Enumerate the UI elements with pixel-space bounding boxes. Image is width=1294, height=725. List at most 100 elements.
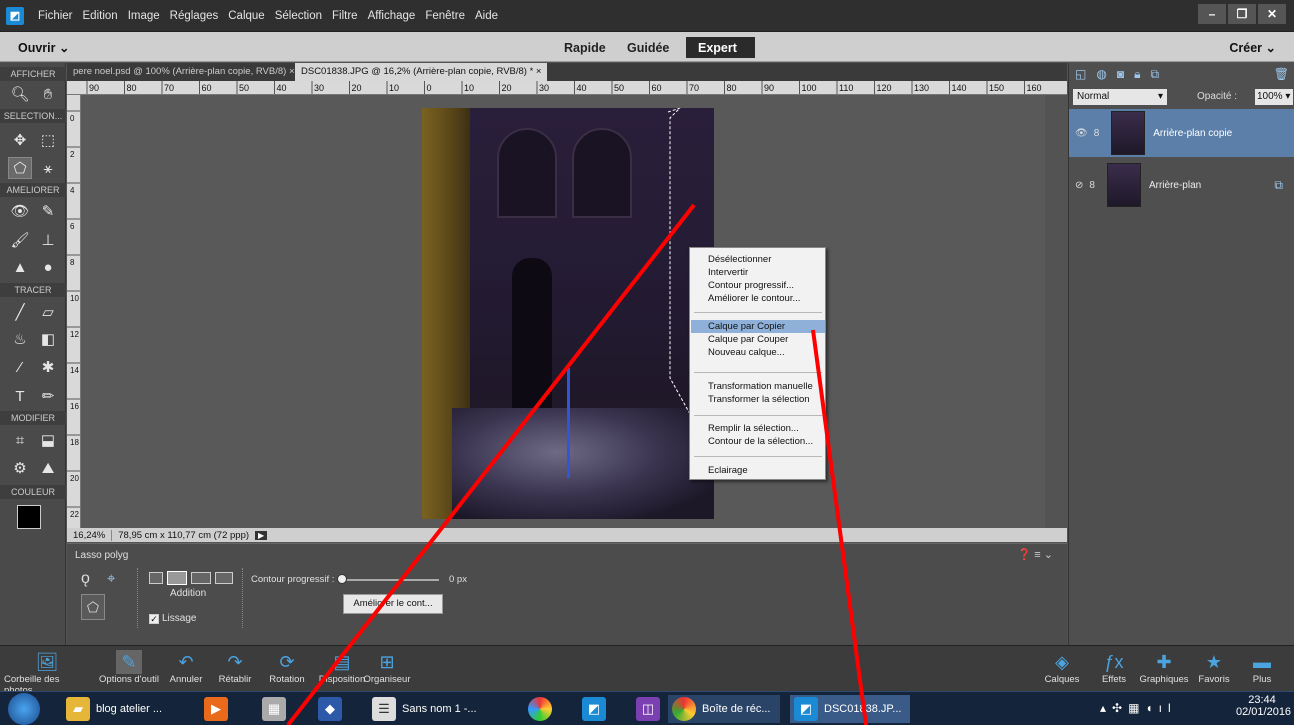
menu-item-layer-via-copy[interactable]: Calque par Copier [691,320,825,333]
hand-icon[interactable]: ✋︎ [36,83,60,105]
zoom-level[interactable]: 16,24% [67,529,113,541]
clock[interactable]: 23:44 02/01/2016 [1236,694,1291,718]
menu-item-fill-selection[interactable]: Remplir la sélection... [691,422,825,435]
more-button[interactable]: ▬ Plus [1242,650,1282,686]
tool-options-button[interactable]: ✎ Options d'outil [92,650,166,685]
trash-icon[interactable]: 🗑︎ [1274,67,1289,83]
photo-bin-button[interactable]: 🖼︎Corbeille des photos [4,650,90,697]
zoom-icon[interactable]: 🔍︎ [8,83,32,105]
clone-stamp-icon[interactable]: ⊥ [36,229,60,251]
mode-guidee[interactable]: Guidée [615,37,681,58]
mode-rapide[interactable]: Rapide [552,37,618,58]
tray-icons[interactable]: ▴✣▦◖ıl [1100,701,1177,715]
taskbar-item-book[interactable]: ◆ [318,695,348,723]
intersect-selection-mode-icon[interactable] [215,572,233,584]
blur-icon[interactable]: ▲ [8,256,32,278]
start-button[interactable] [8,693,40,725]
blend-mode-select[interactable]: Normal ▾ [1073,89,1167,105]
menu-item-layer-via-cut[interactable]: Calque par Couper [691,333,825,346]
effects-button[interactable]: ƒx Effets [1094,650,1134,686]
menu-affichage[interactable]: Affichage [368,10,416,22]
favorites-button[interactable]: ★ Favoris [1194,650,1234,686]
layers-panel-button[interactable]: ◈ Calques [1040,650,1084,686]
smart-brush-icon[interactable]: 🖌︎ [8,229,32,251]
feather-slider[interactable] [339,579,439,581]
taskbar-item-dsc[interactable]: ◩ DSC01838.JP... [790,695,910,723]
subtract-selection-mode-icon[interactable] [191,572,211,584]
status-menu-arrow-icon[interactable]: ▶ [255,530,268,540]
menu-item-feather[interactable]: Contour progressif... [691,279,825,292]
spot-healing-icon[interactable]: ✎ [36,200,60,222]
undo-button[interactable]: ↶ Annuler [166,650,206,686]
menu-calque[interactable]: Calque [228,10,264,22]
menu-fichier[interactable]: Fichier [38,10,73,22]
options-help-icon[interactable]: ❓ ≡ ⌄ [1018,548,1053,561]
menu-item-refine-edge[interactable]: Améliorer le contour... [691,292,825,305]
menu-aide[interactable]: Aide [475,10,498,22]
opacity-input[interactable]: 100% ▾ [1255,89,1293,105]
move-icon[interactable]: ✥ [8,129,32,151]
taskbar-item-chrome[interactable]: Boîte de réc... [668,695,780,723]
brush-icon[interactable]: ╱ [8,301,32,323]
menu-item-deselect[interactable]: Désélectionner [691,253,825,266]
taskbar-item-calculator[interactable]: ▦ [262,695,292,723]
type-icon[interactable]: T [8,385,32,407]
tab-pere-noel[interactable]: pere noel.psd @ 100% (Arrière-plan copie… [67,63,301,81]
app-icon[interactable]: ◩ [6,6,24,25]
background-lock-icon[interactable]: ⧉ [1274,178,1283,193]
foreground-color-swatch[interactable] [17,505,41,529]
feather-slider-handle[interactable] [337,574,347,584]
taskbar-item-explorer[interactable]: ▰ blog atelier ... [66,695,162,723]
magnetic-lasso-icon[interactable]: ⌖ [107,570,115,587]
polygonal-lasso-icon[interactable]: ⬠ [8,157,32,179]
close-icon[interactable]: ✕ [1258,4,1286,24]
refine-edge-button[interactable]: Améliorer le cont... [343,594,443,614]
hidden-eye-icon[interactable]: ⊘ [1075,180,1083,191]
minimize-icon[interactable]: – [1198,4,1226,24]
graphics-button[interactable]: ✚ Graphiques [1136,650,1192,686]
fill-layer-icon[interactable]: ◍ [1096,67,1106,83]
straighten-icon[interactable]: ⛰︎ [36,457,60,479]
new-selection-mode-icon[interactable] [149,572,163,584]
mode-expert[interactable]: Expert [686,37,755,58]
taskbar-item-elements[interactable]: ◩ [582,695,612,723]
eraser-icon[interactable]: ▱ [36,301,60,323]
open-button[interactable]: Ouvrir ⌄ [18,40,69,55]
create-button[interactable]: Créer ⌄ [1229,40,1276,55]
taskbar-item-picasa[interactable] [528,695,558,723]
red-eye-icon[interactable]: 👁︎ [8,200,32,222]
paint-bucket-icon[interactable]: ♨ [8,328,32,350]
shape-icon[interactable]: ✱ [36,356,60,378]
eyedropper-icon[interactable]: ⁄ [8,356,32,378]
redo-button[interactable]: ↷ Rétablir [212,650,258,686]
gradient-icon[interactable]: ◧ [36,328,60,350]
menu-image[interactable]: Image [128,10,160,22]
pencil-icon[interactable]: ✏︎ [36,385,60,407]
menu-item-stroke-selection[interactable]: Contour de la sélection... [691,435,825,448]
menu-reglages[interactable]: Réglages [170,10,219,22]
visibility-eye-icon[interactable]: 👁︎ [1075,128,1088,139]
menu-item-lighting[interactable]: Eclairage [691,464,825,477]
taskbar-item-media[interactable]: ▶ [204,695,234,723]
link-icon[interactable]: ⧉ [1150,67,1159,83]
menu-item-transform-selection[interactable]: Transformer la sélection [691,393,825,406]
tab-dsc01838[interactable]: DSC01838.JPG @ 16,2% (Arrière-plan copie… [295,63,548,81]
menu-selection[interactable]: Sélection [275,10,322,22]
sponge-icon[interactable]: ● [36,256,60,278]
menu-item-free-transform[interactable]: Transformation manuelle [691,380,825,393]
rotate-button[interactable]: ⟳ Rotation [262,650,312,686]
menu-filtre[interactable]: Filtre [332,10,358,22]
smoothing-checkbox[interactable]: ✓ [149,614,159,624]
lasso-icon[interactable]: ǫ [81,570,90,588]
organizer-button[interactable]: ⊞ Organiseur [364,650,411,686]
marquee-icon[interactable]: ⬚ [36,129,60,151]
mask-icon[interactable]: ◙ [1117,67,1124,83]
magic-wand-icon[interactable]: ⚹ [36,157,60,179]
restore-icon[interactable]: ❐ [1228,4,1256,24]
menu-item-new-layer[interactable]: Nouveau calque... [691,346,825,359]
menu-edition[interactable]: Edition [83,10,118,22]
recompose-icon[interactable]: ⬓ [36,429,60,451]
polygonal-lasso-option-icon[interactable]: ⬠ [81,594,105,620]
add-selection-mode-icon[interactable] [167,571,187,585]
menu-fenetre[interactable]: Fenêtre [425,10,465,22]
